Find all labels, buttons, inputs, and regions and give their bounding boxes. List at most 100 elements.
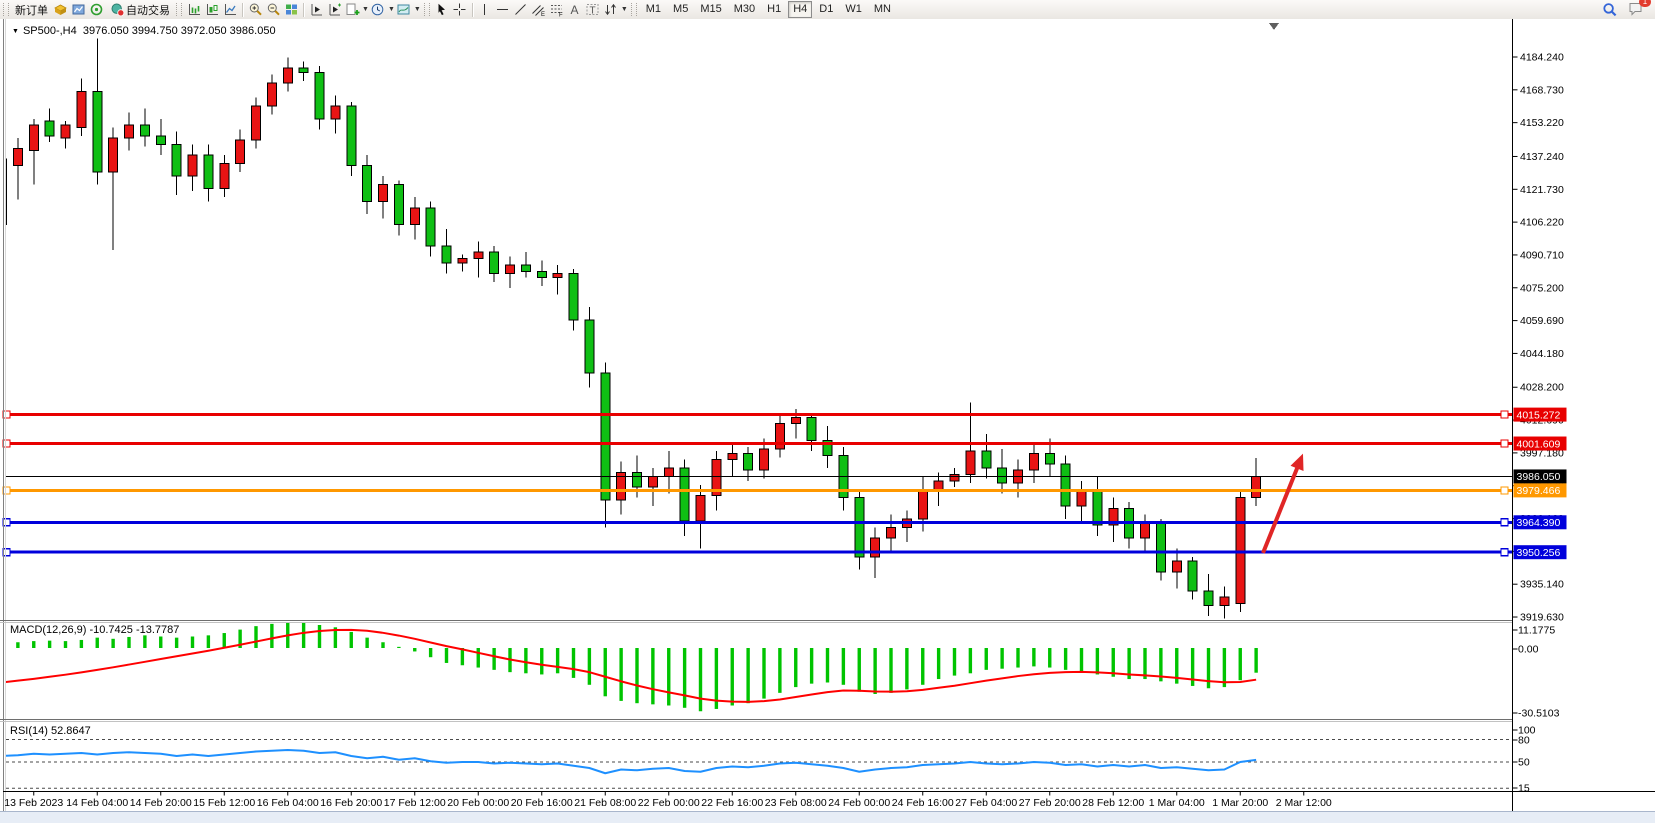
auto-arrange-icon[interactable] [308,2,324,17]
svg-text:4184.240: 4184.240 [1520,52,1564,64]
price-tag-3964.390: 3964.390 [1517,517,1561,529]
svg-text:22 Feb 00:00: 22 Feb 00:00 [638,797,700,809]
fibonacci-tool-icon[interactable]: F [549,2,565,17]
svg-text:20 Feb 16:00: 20 Feb 16:00 [511,797,573,809]
svg-text:16 Feb 04:00: 16 Feb 04:00 [257,797,319,809]
svg-text:15: 15 [1518,783,1530,795]
equidistant-channel-tool-icon[interactable]: E [531,2,547,17]
profile-charts-icon[interactable] [70,2,86,17]
svg-text:28 Feb 12:00: 28 Feb 12:00 [1082,797,1144,809]
accounts-box-icon[interactable] [52,2,68,17]
cursor-icon[interactable] [434,2,450,17]
arrows-tool-icon[interactable] [603,2,619,17]
svg-text:17 Feb 12:00: 17 Feb 12:00 [384,797,446,809]
vertical-line-tool-icon[interactable] [477,2,493,17]
new-order-label: 新订单 [15,2,48,18]
templates-caret-icon[interactable]: ▼ [414,6,421,13]
svg-text:4106.220: 4106.220 [1520,217,1564,229]
text-label-tool-icon[interactable]: T [585,2,601,17]
autotrading-button[interactable]: 自动交易 [105,1,173,18]
timeframe-button-MN[interactable]: MN [869,1,896,18]
timeframe-button-H4[interactable]: H4 [788,1,812,18]
new-order-button[interactable]: 新订单 [12,1,51,18]
svg-text:16 Feb 20:00: 16 Feb 20:00 [320,797,382,809]
notification-badge: 1 [1639,0,1651,7]
price-tag-3986.050: 3986.050 [1517,471,1561,483]
candlestick-chart-type-icon[interactable] [204,2,220,17]
toolbar-gripper[interactable] [176,3,182,16]
timeframe-button-M30[interactable]: M30 [729,1,760,18]
svg-text:23 Feb 08:00: 23 Feb 08:00 [765,797,827,809]
svg-text:4168.730: 4168.730 [1520,84,1564,96]
svg-text:22 Feb 16:00: 22 Feb 16:00 [701,797,763,809]
templates-icon[interactable] [396,2,412,17]
timeframe-button-M1[interactable]: M1 [641,1,666,18]
toolbar-gripper[interactable] [424,3,430,16]
notifications-button[interactable]: 1 [1628,1,1645,19]
price-chart[interactable]: 4184.240 4168.730 4153.220 4137.240 4121.730… [0,19,1655,823]
period-caret-icon[interactable]: ▼ [388,6,395,13]
svg-text:4153.220: 4153.220 [1520,117,1564,129]
svg-text:80: 80 [1518,735,1530,747]
toolbar-separator [303,3,304,17]
zoom-in-icon[interactable] [247,2,263,17]
svg-text:13 Feb 2023: 13 Feb 2023 [4,797,63,809]
svg-text:3919.630: 3919.630 [1520,612,1564,624]
svg-text:27 Feb 20:00: 27 Feb 20:00 [1019,797,1081,809]
autotrading-icon [109,2,125,17]
add-chart-caret-icon[interactable]: ▼ [362,6,369,13]
horizontal-line-tool-icon[interactable] [495,2,511,17]
svg-text:4090.710: 4090.710 [1520,249,1564,261]
line-chart-type-icon[interactable] [222,2,238,17]
toolbar: 新订单 自动交易 ▼ ▼ ▼ E F A T ▼ M1M5M15M30H1H4D… [0,0,1655,20]
svg-text:11.1775: 11.1775 [1518,625,1555,637]
svg-text:4075.200: 4075.200 [1520,282,1564,294]
toolbar-gripper[interactable] [3,3,9,16]
svg-text:4028.200: 4028.200 [1520,382,1564,394]
svg-text:24 Feb 00:00: 24 Feb 00:00 [828,797,890,809]
autotrading-label: 自动交易 [126,2,170,18]
search-icon[interactable] [1602,2,1618,17]
toolbar-right: 1 [1601,1,1655,19]
svg-text:4059.690: 4059.690 [1520,315,1564,327]
timeframe-buttons: M1M5M15M30H1H4D1W1MN [640,1,897,18]
zoom-out-icon[interactable] [265,2,281,17]
mt4-terminal: { "toolbar": { "new_order_label": "新订单",… [0,0,1655,823]
svg-text:1 Mar 04:00: 1 Mar 04:00 [1149,797,1205,809]
arrows-caret-icon[interactable]: ▼ [621,6,628,13]
svg-text:T: T [590,6,596,17]
price-tag-4001.609: 4001.609 [1517,438,1561,450]
timeframe-button-W1[interactable]: W1 [840,1,867,18]
svg-text:4137.240: 4137.240 [1520,151,1564,163]
toolbar-separator [472,3,473,17]
svg-text:4121.730: 4121.730 [1520,184,1564,196]
timeframe-button-M5[interactable]: M5 [668,1,693,18]
bar-chart-type-icon[interactable] [186,2,202,17]
svg-text:24 Feb 16:00: 24 Feb 16:00 [892,797,954,809]
svg-text:20 Feb 00:00: 20 Feb 00:00 [447,797,509,809]
toolbar-gripper[interactable] [631,3,637,16]
tile-windows-icon[interactable] [283,2,299,17]
svg-text:14 Feb 04:00: 14 Feb 04:00 [66,797,128,809]
text-tool-icon[interactable]: A [567,2,583,17]
price-tag-4015.272: 4015.272 [1517,409,1561,421]
svg-text:E: E [541,12,545,17]
price-tag-3950.256: 3950.256 [1517,547,1561,559]
svg-text:-30.5103: -30.5103 [1518,708,1560,720]
timeframe-button-D1[interactable]: D1 [814,1,838,18]
svg-text:14 Feb 20:00: 14 Feb 20:00 [130,797,192,809]
add-chart-icon[interactable] [344,2,360,17]
period-clock-icon[interactable] [370,2,386,17]
timeframe-button-M15[interactable]: M15 [695,1,726,18]
timeframe-button-H1[interactable]: H1 [762,1,786,18]
svg-text:2 Mar 12:00: 2 Mar 12:00 [1276,797,1332,809]
svg-text:A: A [571,3,579,17]
crosshair-icon[interactable] [452,2,468,17]
svg-text:21 Feb 08:00: 21 Feb 08:00 [574,797,636,809]
toolbar-separator [242,3,243,17]
svg-text:4044.180: 4044.180 [1520,348,1564,360]
trendline-tool-icon[interactable] [513,2,529,17]
arrange-windows-icon[interactable] [326,2,342,17]
signals-icon[interactable] [88,2,104,17]
svg-text:1 Mar 20:00: 1 Mar 20:00 [1212,797,1268,809]
